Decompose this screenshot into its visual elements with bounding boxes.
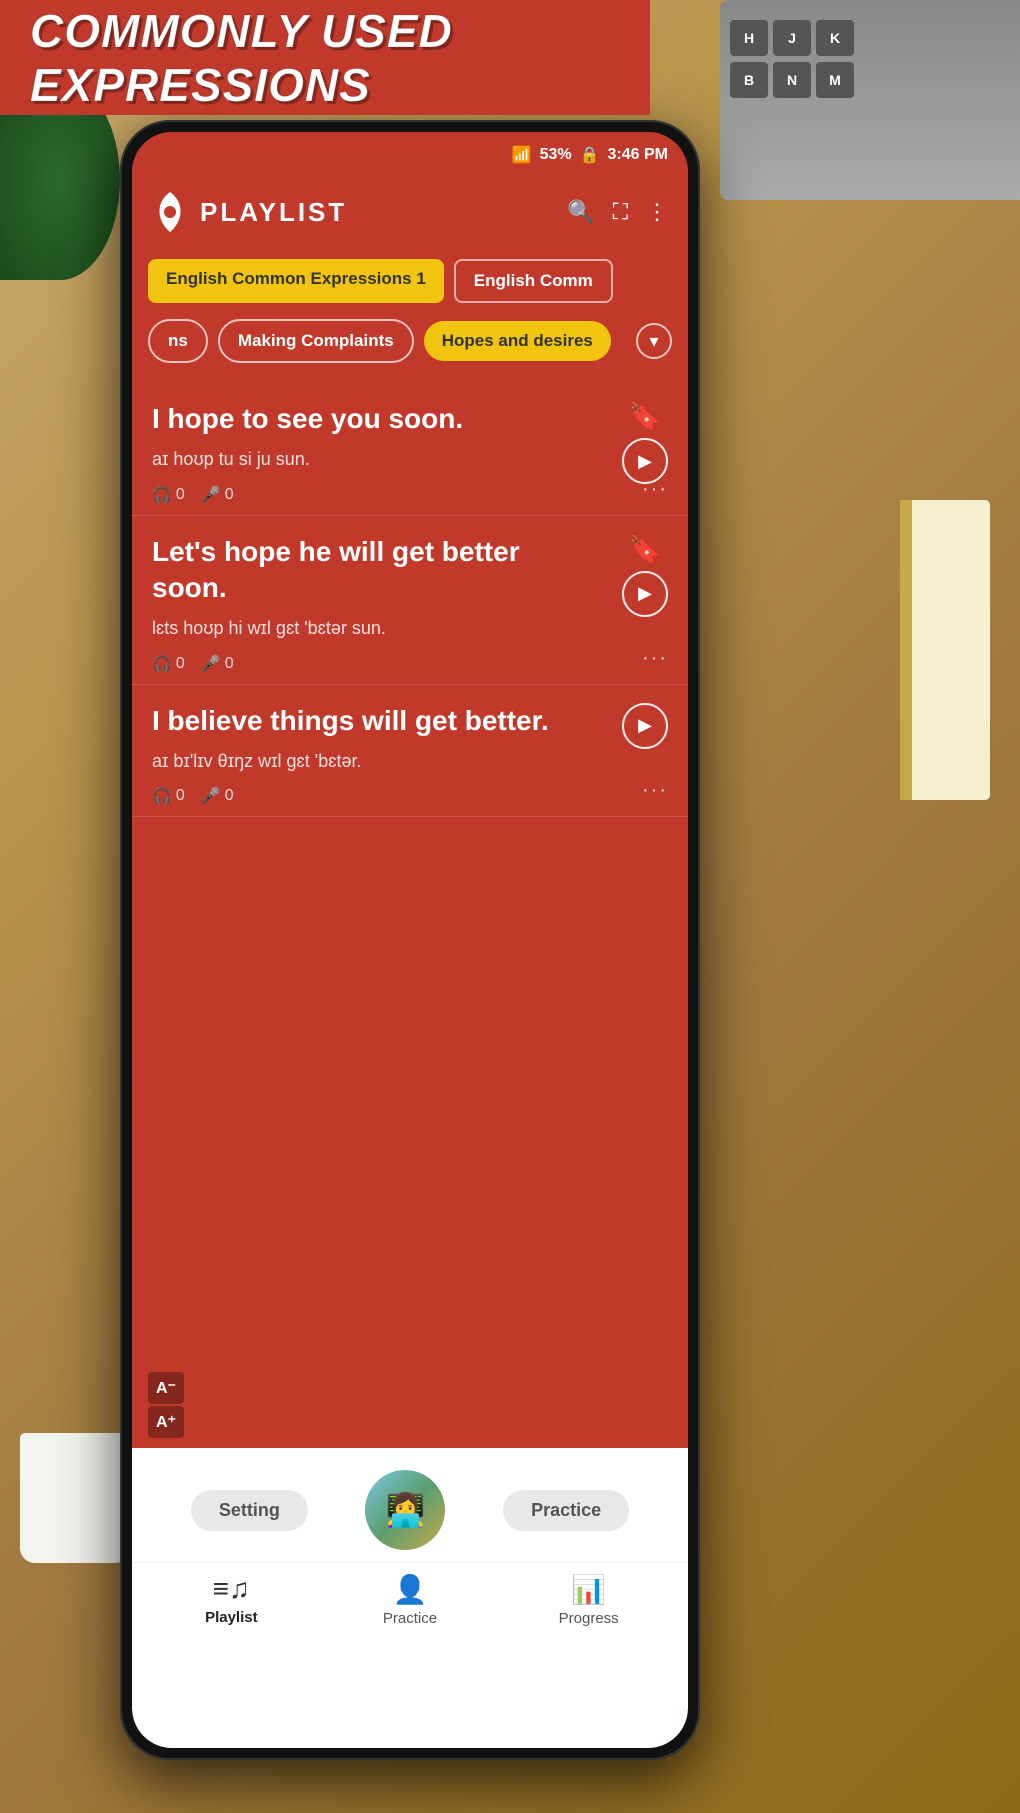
banner: COMMONLY USED EXPRESSIONS [0, 0, 650, 115]
card-actions-3: ▶ [622, 703, 668, 749]
app-title: PLAYLIST [200, 197, 555, 228]
more-icon[interactable]: ⋮ [646, 199, 668, 225]
search-icon[interactable]: 🔍 [567, 199, 594, 225]
card-controls-3: 🎧 0 🎤 0 [152, 786, 668, 806]
more-options-2[interactable]: ··· [642, 647, 668, 670]
card-actions-1: 🔖 ▶ [622, 401, 668, 484]
setting-button[interactable]: Setting [191, 1490, 308, 1531]
phone-screen: 📶 53% 🔒 3:46 PM PLAYLIST 🔍 ⛶ ⋮ English C… [132, 132, 688, 1748]
fullscreen-icon[interactable]: ⛶ [613, 199, 628, 225]
mic-icon: 🎤 [201, 485, 221, 505]
practice-nav-icon: 👤 [393, 1573, 428, 1606]
play-button-3[interactable]: ▶ [622, 703, 668, 749]
time-display: 3:46 PM [608, 146, 668, 164]
phrase-card-2: Let's hope he will get better soon. 🔖 ▶ … [132, 516, 688, 685]
tab-english-common-2[interactable]: English Comm [454, 259, 613, 303]
phonetic-text-1: aɪ hoʊp tu si ju sun. [152, 447, 668, 472]
phrase-card-3: I believe things will get better. ▶ aɪ b… [132, 685, 688, 818]
more-options-1[interactable]: ··· [642, 478, 668, 501]
signal-percent: 53% [540, 146, 572, 164]
speak-count-2: 🎤 0 [201, 654, 234, 674]
avatar-image: 👩‍💻 [386, 1491, 426, 1529]
bottom-panel: Setting 👩‍💻 Practice ≡♫ Playlist 👤 Pract… [132, 1448, 688, 1748]
phonetic-text-3: aɪ bɪ'lɪv θɪŋz wɪl gɛt 'bɛtər. [152, 749, 668, 774]
nav-item-practice[interactable]: 👤 Practice [321, 1573, 500, 1627]
tabs-row1: English Common Expressions 1 English Com… [132, 247, 688, 311]
tab-making-complaints[interactable]: Making Complaints [218, 319, 414, 363]
playlist-icon: ≡♫ [213, 1573, 250, 1605]
listen-count-2: 🎧 0 [152, 654, 185, 674]
content-area: I hope to see you soon. 🔖 ▶ aɪ hoʊp tu s… [132, 373, 688, 827]
nav-bar: ≡♫ Playlist 👤 Practice 📊 Progress [132, 1562, 688, 1627]
coffee-decoration [20, 1433, 130, 1563]
notebook-decoration [900, 500, 990, 800]
progress-icon: 📊 [571, 1573, 606, 1606]
header-icons: 🔍 ⛶ ⋮ [567, 199, 668, 225]
phrase-text-2: Let's hope he will get better soon. [152, 534, 668, 607]
headphone-icon-3: 🎧 [152, 786, 172, 806]
font-increase-button[interactable]: A⁺ [148, 1406, 184, 1438]
keyboard-decoration: HJK BNM [720, 0, 1020, 200]
phonetic-text-2: lɛts hoʊp hi wɪl gɛt 'bɛtər sun. [152, 616, 668, 641]
card-controls-2: 🎧 0 🎤 0 [152, 654, 668, 674]
mic-icon-2: 🎤 [201, 654, 221, 674]
status-bar: 📶 53% 🔒 3:46 PM [132, 132, 688, 177]
bookmark-icon-1[interactable]: 🔖 [629, 401, 661, 432]
tabs-row2: ns Making Complaints Hopes and desires ▾ [132, 311, 688, 373]
banner-text: COMMONLY USED EXPRESSIONS [30, 4, 620, 112]
speak-count-3: 🎤 0 [201, 786, 234, 806]
signal-icon: 📶 [512, 145, 532, 165]
more-options-3[interactable]: ··· [642, 779, 668, 802]
tab-hopes-desires[interactable]: Hopes and desires [424, 321, 611, 361]
nav-label-progress: Progress [559, 1610, 619, 1627]
nav-label-playlist: Playlist [205, 1609, 258, 1626]
card-controls-1: 🎧 0 🎤 0 [152, 485, 668, 505]
nav-label-practice: Practice [383, 1610, 437, 1627]
speak-count-1: 🎤 0 [201, 485, 234, 505]
nav-item-progress[interactable]: 📊 Progress [499, 1573, 678, 1627]
practice-button[interactable]: Practice [503, 1490, 629, 1531]
phrase-text-1: I hope to see you soon. [152, 401, 668, 437]
tab-english-common-1[interactable]: English Common Expressions 1 [148, 259, 444, 303]
listen-count-1: 🎧 0 [152, 485, 185, 505]
font-decrease-button[interactable]: A⁻ [148, 1372, 184, 1404]
headphone-icon-2: 🎧 [152, 654, 172, 674]
phrase-text-3: I believe things will get better. [152, 703, 668, 739]
app-logo-icon [152, 190, 188, 234]
phone-frame: 📶 53% 🔒 3:46 PM PLAYLIST 🔍 ⛶ ⋮ English C… [120, 120, 700, 1760]
tabs-dropdown-button[interactable]: ▾ [636, 323, 672, 359]
bookmark-icon-2[interactable]: 🔖 [629, 534, 661, 565]
listen-count-3: 🎧 0 [152, 786, 185, 806]
card-actions-2: 🔖 ▶ [622, 534, 668, 617]
nav-item-playlist[interactable]: ≡♫ Playlist [142, 1573, 321, 1626]
phrase-card-1: I hope to see you soon. 🔖 ▶ aɪ hoʊp tu s… [132, 383, 688, 516]
player-row: Setting 👩‍💻 Practice [132, 1448, 688, 1562]
player-avatar[interactable]: 👩‍💻 [365, 1470, 445, 1550]
tab-ns[interactable]: ns [148, 319, 208, 363]
lock-icon: 🔒 [580, 145, 600, 165]
play-button-2[interactable]: ▶ [622, 571, 668, 617]
app-header: PLAYLIST 🔍 ⛶ ⋮ [132, 177, 688, 247]
font-size-controls: A⁻ A⁺ [148, 1372, 184, 1438]
headphone-icon: 🎧 [152, 485, 172, 505]
mic-icon-3: 🎤 [201, 786, 221, 806]
